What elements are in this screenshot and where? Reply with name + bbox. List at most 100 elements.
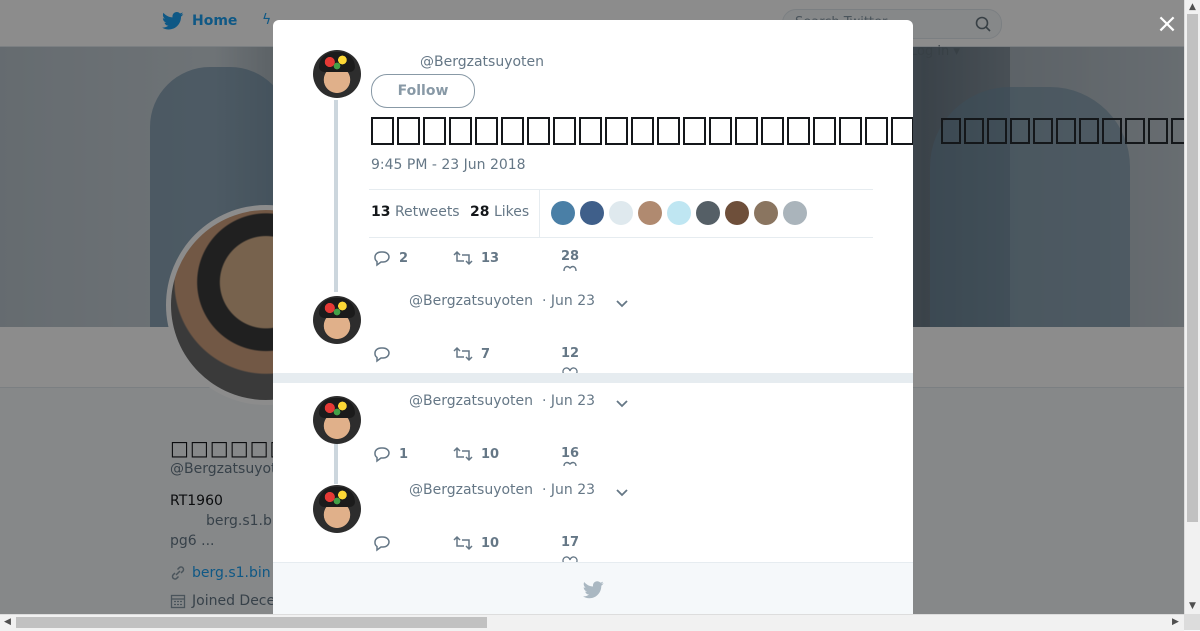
reply-button[interactable] [373,345,391,363]
scroll-left-icon[interactable]: ◀ [4,617,11,627]
like-count: 12 [561,346,580,361]
reply-icon [374,447,390,463]
tweet-text-glyph [605,116,628,145]
retweet-button[interactable]: 7 [453,345,490,363]
tweet-text-glyph [657,116,680,145]
reply-button[interactable] [373,534,391,552]
tweet-text-glyph [1010,117,1030,144]
tweet-text-glyph [397,116,420,145]
tweet-text-glyph [1033,117,1053,144]
tweet-stats: 13 Retweets 28 Likes [369,189,873,238]
tweet-text-glyph [449,116,472,145]
reply-date[interactable]: · Jun 23 [542,482,595,498]
reply-handle[interactable]: @Bergzatsuyoten [409,482,533,498]
retweet-button[interactable]: 13 [453,249,499,267]
tweet-text [371,115,913,145]
tweet-text-glyph [527,116,550,145]
tweet-text-glyph [964,117,984,144]
like-button[interactable]: 16 [561,446,579,467]
liker-avatar[interactable] [696,201,720,225]
tweet-text-glyph [683,116,706,145]
tweet-text-glyph [865,116,888,145]
retweets-label: Retweets [394,204,460,220]
tweet-text-glyph [423,116,446,145]
likes-count: 28 [470,204,490,220]
like-count: 16 [561,446,580,461]
tweet-text-glyph [631,116,654,145]
reply-date[interactable]: · Jun 23 [542,393,595,409]
tweet-text-glyph [761,116,784,145]
chevron-down-icon[interactable] [615,299,629,309]
retweet-icon [453,346,473,362]
like-count: 28 [561,249,580,264]
author-avatar[interactable] [313,50,361,98]
retweet-count: 10 [481,446,500,462]
retweets-stat[interactable]: 13 Retweets [371,204,460,220]
tweet-text-glyph [891,116,913,145]
tweet-text-glyph [1148,117,1168,144]
follow-button[interactable]: Follow [371,74,475,108]
liker-avatar[interactable] [783,201,807,225]
tweet-text-glyph [371,116,394,145]
tweet-timestamp[interactable]: 9:45 PM - 23 Jun 2018 [371,157,526,173]
likes-stat[interactable]: 28 Likes [470,204,529,220]
close-modal-button[interactable]: × [1153,10,1181,38]
liker-avatar[interactable] [580,201,604,225]
liker-avatar[interactable] [609,201,633,225]
scroll-down-icon[interactable]: ▼ [1189,601,1196,611]
scrollbar-corner [1184,614,1200,630]
reply-handle[interactable]: @Bergzatsuyoten [409,293,533,309]
liker-avatar[interactable] [551,201,575,225]
retweet-count: 7 [481,346,491,362]
reply-date[interactable]: · Jun 23 [542,293,595,309]
reply-avatar[interactable] [313,485,361,533]
reply-button[interactable]: 1 [373,445,408,463]
chevron-down-icon[interactable] [615,488,629,498]
reply-button[interactable]: 2 [373,249,408,267]
reply-avatar[interactable] [313,396,361,444]
author-handle[interactable]: @Bergzatsuyoten [420,54,544,70]
scrollbar-thumb[interactable] [16,617,487,628]
liker-avatar[interactable] [725,201,749,225]
thread-line [334,444,338,484]
reply-icon [374,536,390,552]
retweet-icon [453,535,473,551]
reply-avatar[interactable] [313,296,361,344]
tweet-text-glyph [813,116,836,145]
tweet-text-glyph [579,116,602,145]
liker-avatar[interactable] [638,201,662,225]
reply-icon [374,251,390,267]
tweet-text-glyph [839,116,862,145]
reply-count: 2 [399,250,409,266]
chevron-down-icon[interactable] [615,399,629,409]
twitter-bird-icon [583,581,604,599]
tweet-text-glyph [1079,117,1099,144]
tweet-text-glyph [1171,117,1184,144]
retweet-button[interactable]: 10 [453,534,499,552]
tweet-text-glyph [1102,117,1122,144]
reply-count: 1 [399,446,409,462]
tweet-text-glyph [709,116,732,145]
reply-handle[interactable]: @Bergzatsuyoten [409,393,533,409]
tweet-text-glyph [475,116,498,145]
horizontal-scrollbar[interactable]: ◀ ▶ [0,614,1184,631]
tweet-text-glyph [1056,117,1076,144]
retweet-button[interactable]: 10 [453,445,499,463]
likers-avatars [551,201,807,225]
scrollbar-thumb[interactable] [1187,14,1198,522]
tweet-text-glyph [553,116,576,145]
retweet-count: 13 [481,250,500,266]
tweet-text-glyph [987,117,1007,144]
scroll-up-icon[interactable]: ▲ [1189,2,1196,12]
liker-avatar[interactable] [667,201,691,225]
reply-icon [374,347,390,363]
retweet-count: 10 [481,535,500,551]
tweet-modal: @Bergzatsuyoten Follow 9:45 PM - 23 Jun … [273,20,913,614]
liker-avatar[interactable] [754,201,778,225]
tweet-text-glyph [941,117,961,144]
like-button[interactable]: 28 [561,249,579,272]
vertical-scrollbar[interactable]: ▲ ▼ [1184,0,1200,614]
scroll-right-icon[interactable]: ▶ [1172,617,1179,627]
tweet-text-glyph [1125,117,1145,144]
heart-icon [563,265,577,272]
